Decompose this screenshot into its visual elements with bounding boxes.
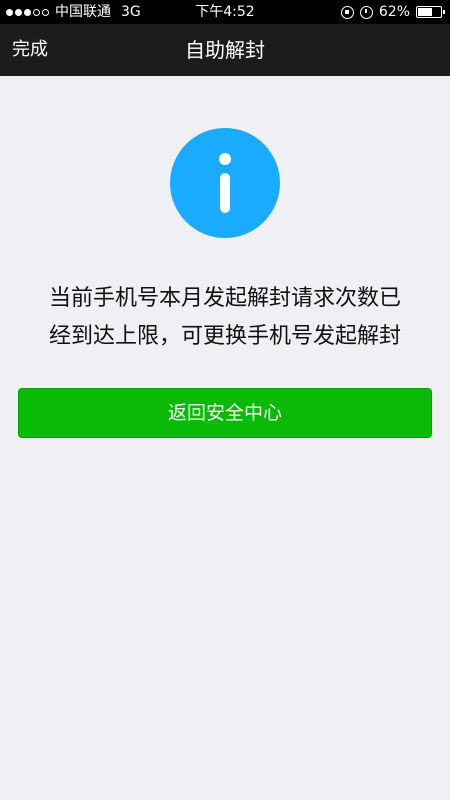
page-title: 自助解封 bbox=[185, 38, 265, 62]
return-security-center-button[interactable]: 返回安全中心 bbox=[18, 388, 432, 438]
battery-percent: 62% bbox=[378, 4, 410, 20]
rotation-lock-icon bbox=[340, 5, 354, 19]
battery-icon bbox=[416, 6, 445, 18]
info-icon bbox=[170, 128, 280, 238]
status-right: 62% bbox=[340, 0, 445, 24]
status-bar: 中国联通 3G 下午4:52 62% bbox=[0, 0, 450, 24]
navigation-bar: 完成 自助解封 bbox=[0, 24, 450, 76]
limit-message: 当前手机号本月发起解封请求次数已 经到达上限，可更换手机号发起解封 bbox=[24, 280, 426, 356]
message-line-2: 经到达上限，可更换手机号发起解封 bbox=[48, 324, 401, 349]
message-line-1: 当前手机号本月发起解封请求次数已 bbox=[48, 286, 401, 311]
screen: 中国联通 3G 下午4:52 62% 完成 自助解封 当前手机号本月发起解封请求… bbox=[0, 0, 450, 800]
alarm-icon bbox=[359, 5, 373, 19]
battery-fill bbox=[418, 8, 432, 16]
